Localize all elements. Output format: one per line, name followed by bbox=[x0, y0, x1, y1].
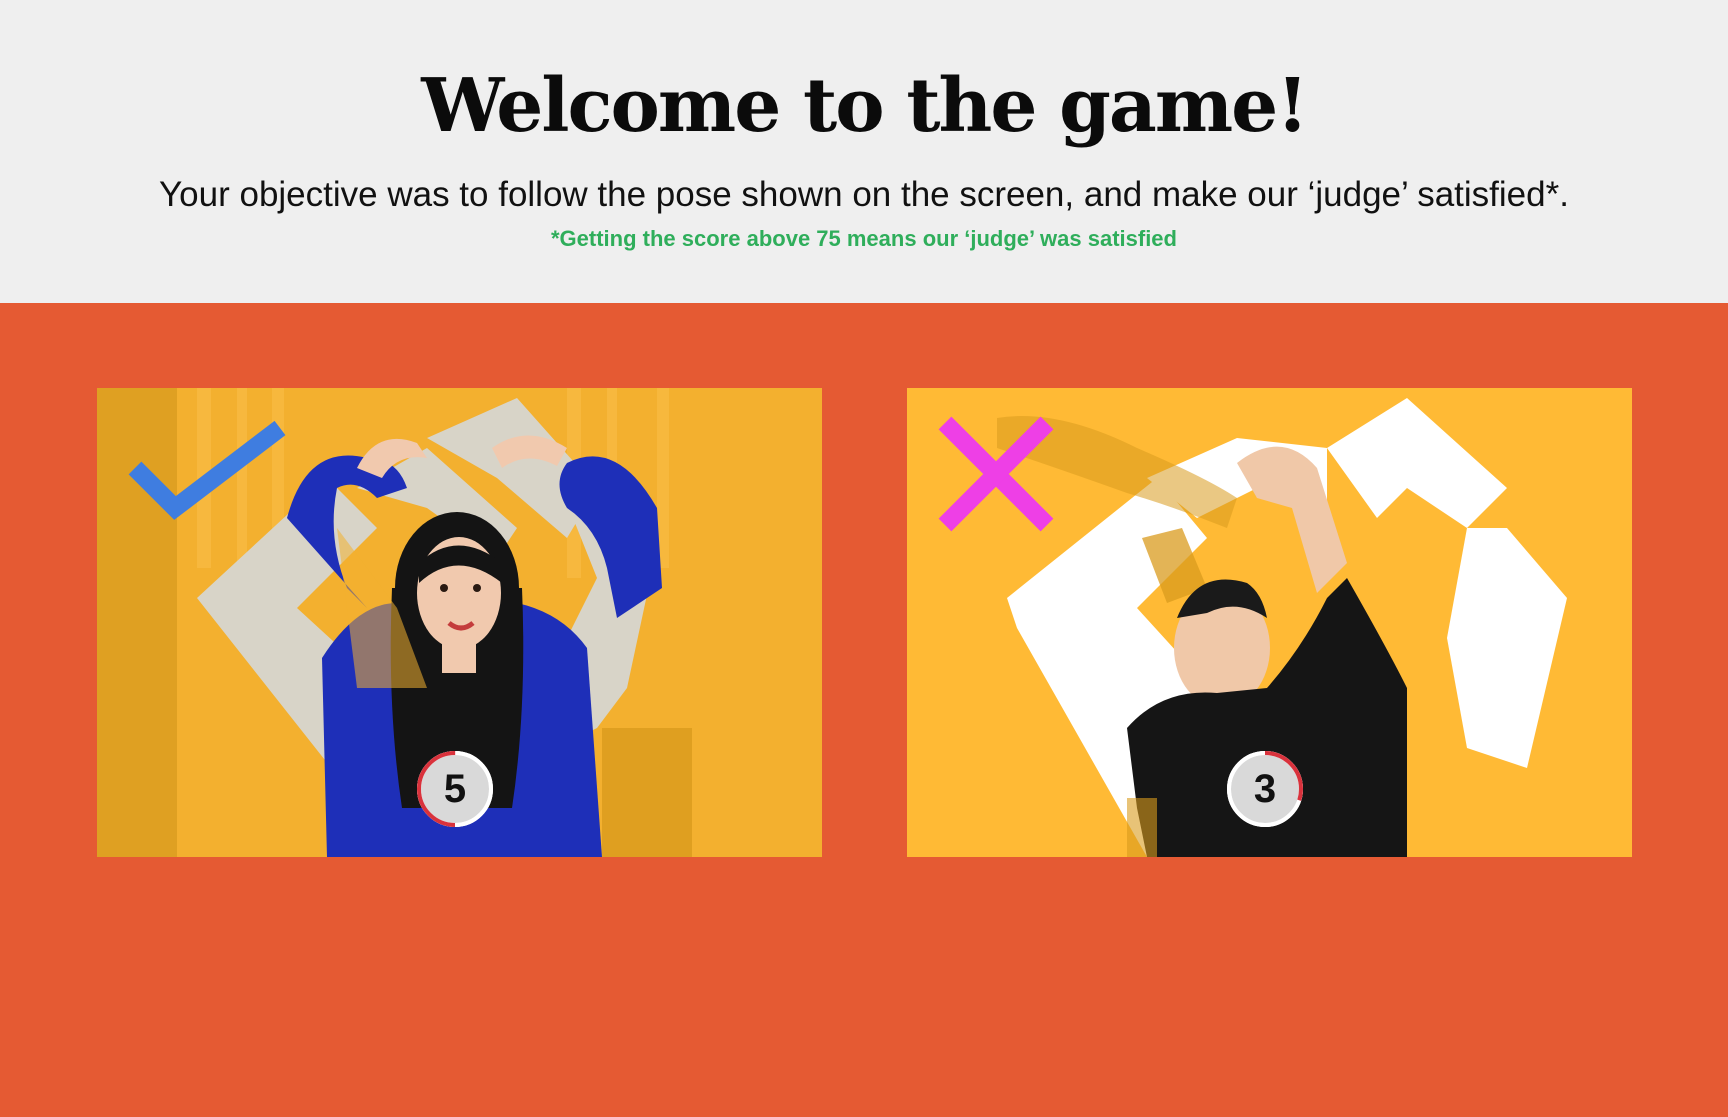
examples-stage: 5 3 bbox=[0, 303, 1728, 1117]
example-card-correct: 5 bbox=[97, 388, 822, 857]
header: Welcome to the game! Your objective was … bbox=[0, 0, 1728, 303]
score-note: *Getting the score above 75 means our ‘j… bbox=[551, 226, 1177, 251]
score-value: 3 bbox=[1253, 766, 1277, 811]
page-title: Welcome to the game! bbox=[421, 63, 1309, 149]
example-card-incorrect: 3 bbox=[907, 388, 1632, 857]
score-badge: 3 bbox=[1227, 751, 1303, 827]
score-value: 5 bbox=[443, 766, 467, 811]
objective-text: Your objective was to follow the pose sh… bbox=[159, 175, 1569, 214]
score-badge: 5 bbox=[417, 751, 493, 827]
